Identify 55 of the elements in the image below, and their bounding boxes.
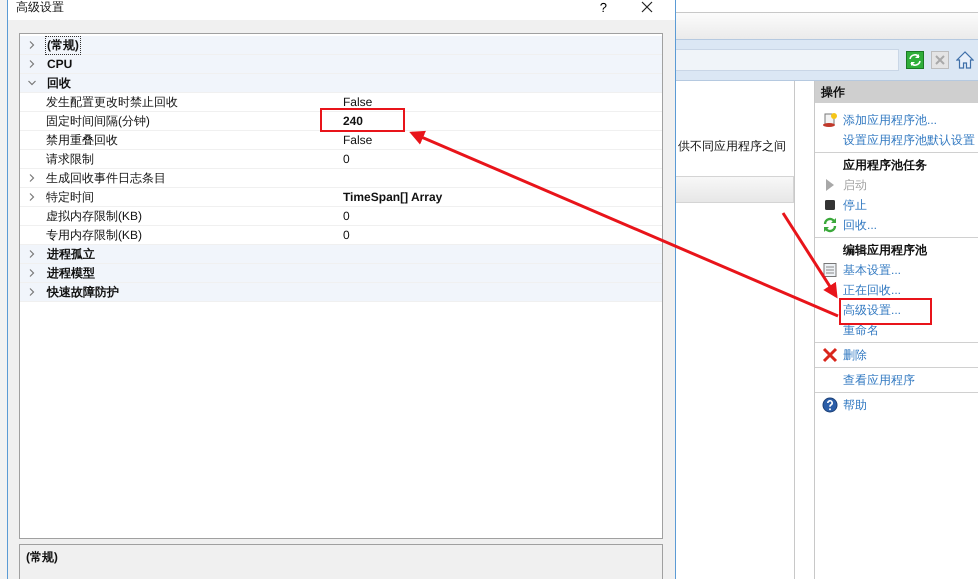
category-label[interactable]: 快速故障防护	[44, 282, 121, 302]
chevron-icon[interactable]	[28, 288, 36, 296]
chevron-icon[interactable]	[28, 250, 36, 258]
chevron-icon[interactable]	[28, 60, 36, 68]
section-heading: 编辑应用程序池	[843, 242, 927, 258]
address-field[interactable]	[676, 49, 899, 71]
category-label[interactable]: CPU	[44, 56, 74, 72]
action-link[interactable]: 高级设置...	[843, 302, 902, 318]
close-icon	[641, 1, 653, 13]
section-heading: 应用程序池任务	[843, 156, 927, 174]
category-label[interactable]: 回收	[44, 74, 73, 92]
server-icon	[822, 112, 838, 128]
recycle-icon	[822, 217, 838, 233]
chevron-icon[interactable]	[28, 174, 36, 182]
property-value[interactable]: False	[342, 95, 372, 109]
property-name: 发生配置更改时禁止回收	[46, 94, 178, 110]
property-value[interactable]: 0	[342, 152, 350, 166]
property-name: 请求限制	[46, 150, 94, 168]
action-link[interactable]: 基本设置...	[843, 262, 902, 278]
document-icon	[822, 262, 838, 278]
property-name: 虚拟内存限制(KB)	[46, 208, 142, 224]
chevron-icon[interactable]	[28, 41, 36, 49]
action-link[interactable]: 正在回收...	[843, 282, 902, 298]
property-name: 生成回收事件日志条目	[46, 170, 166, 186]
action-link[interactable]: 设置应用程序池默认设置	[843, 132, 975, 148]
delete-icon	[822, 347, 838, 363]
category-label[interactable]: 进程孤立	[44, 244, 97, 264]
pane-title: 操作	[815, 81, 978, 103]
refresh-icon[interactable]	[906, 51, 924, 69]
window-title: 高级设置	[16, 0, 64, 16]
action-link[interactable]: 添加应用程序池...	[843, 112, 938, 128]
property-name: 特定时间	[46, 188, 94, 206]
chevron-icon[interactable]	[28, 269, 36, 277]
property-value[interactable]: TimeSpan[] Array	[342, 190, 442, 204]
category-label[interactable]: 进程模型	[44, 264, 97, 282]
property-value[interactable]: 240	[342, 114, 363, 128]
action-link[interactable]: 帮助	[843, 396, 867, 414]
help-icon	[822, 397, 838, 413]
action-link[interactable]: 删除	[843, 346, 867, 364]
description-title: (常规)	[26, 550, 58, 564]
action-link[interactable]: 回收...	[843, 216, 878, 234]
help-button[interactable]: ?	[596, 0, 611, 14]
property-name: 固定时间间隔(分钟)	[46, 112, 150, 130]
property-name: 专用内存限制(KB)	[46, 226, 142, 244]
stop-icon	[822, 197, 838, 213]
property-value[interactable]: 0	[342, 209, 350, 223]
chevron-icon[interactable]	[28, 193, 36, 201]
action-link[interactable]: 停止	[843, 196, 867, 214]
property-value[interactable]: False	[342, 133, 372, 147]
property-name: 禁用重叠回收	[46, 132, 118, 148]
chevron-icon[interactable]	[28, 79, 36, 87]
description-text: 供不同应用程序之间	[677, 138, 787, 155]
property-value[interactable]: 0	[342, 228, 350, 242]
action-link[interactable]: 查看应用程序	[843, 372, 915, 388]
home-icon[interactable]	[956, 51, 974, 69]
